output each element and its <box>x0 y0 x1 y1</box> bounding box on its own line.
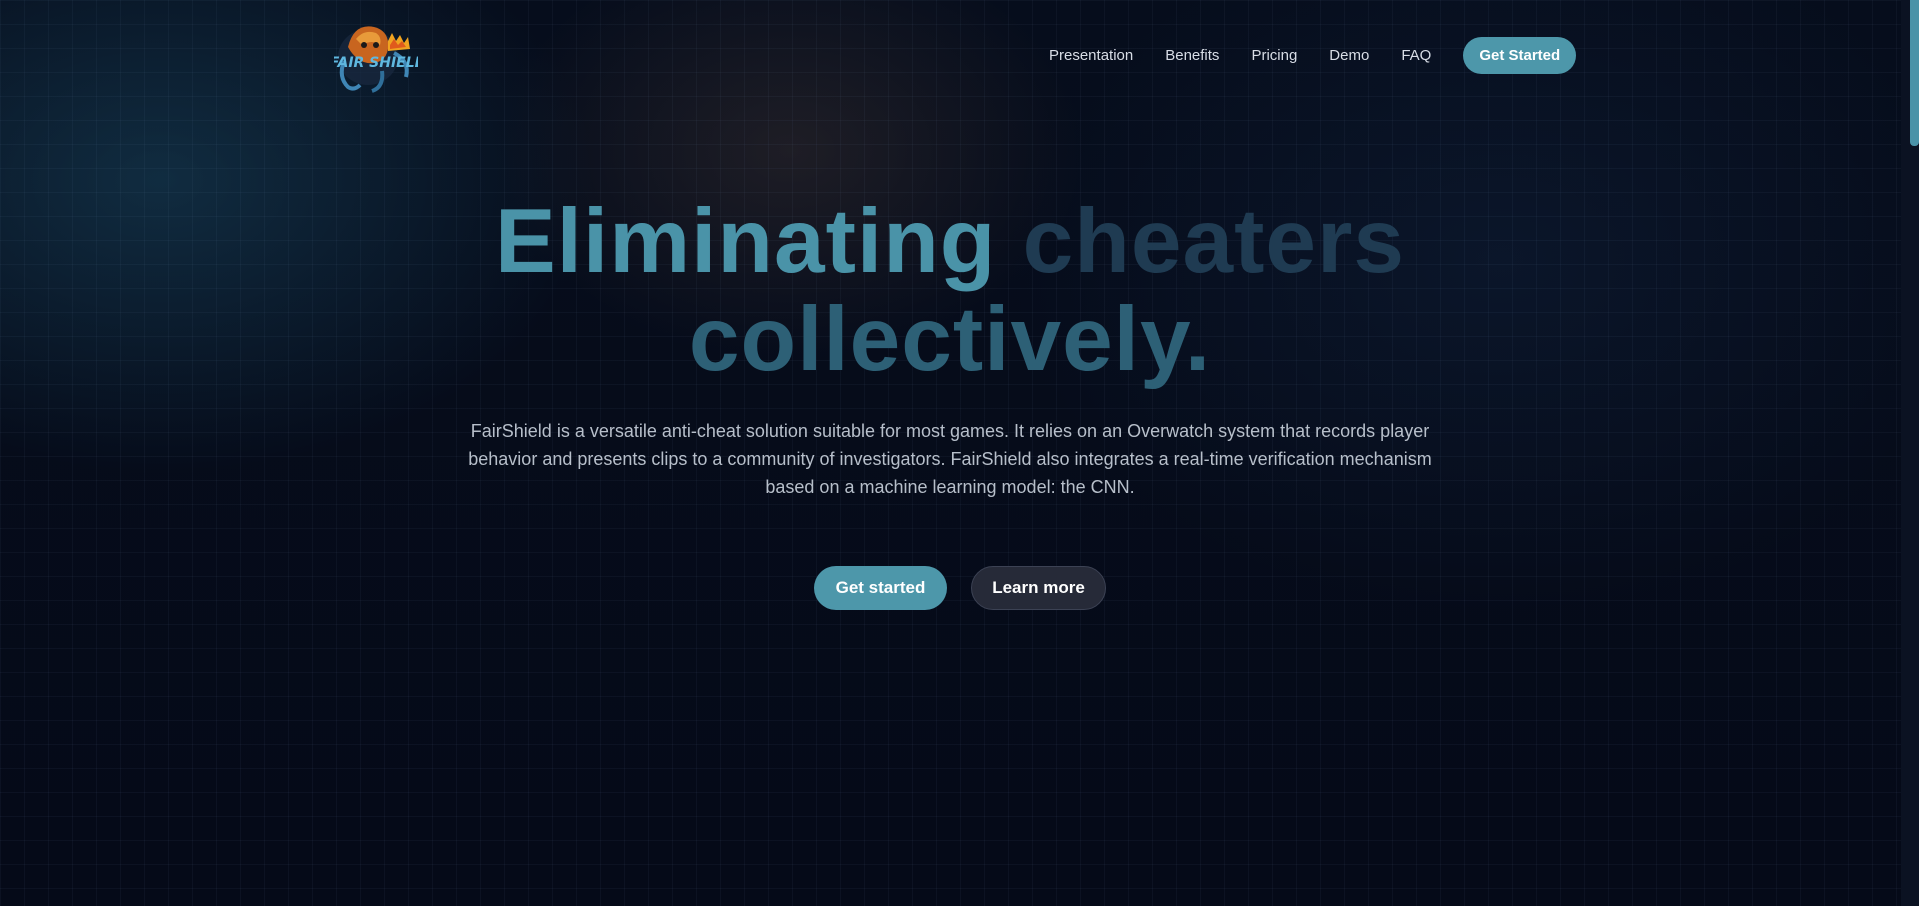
nav-link-benefits[interactable]: Benefits <box>1165 47 1219 64</box>
nav-link-presentation[interactable]: Presentation <box>1049 47 1133 64</box>
nav-link-demo[interactable]: Demo <box>1329 47 1369 64</box>
get-started-button[interactable]: Get started <box>814 566 947 610</box>
header-get-started-button[interactable]: Get Started <box>1463 36 1577 74</box>
nav-link-pricing[interactable]: Pricing <box>1251 47 1297 64</box>
hero-actions: Get started Learn more <box>0 566 1900 610</box>
hero-description: FairShield is a versatile anti-cheat sol… <box>468 421 1432 497</box>
hero-title: Eliminating cheaters collectively. <box>0 193 1900 389</box>
scrollbar-track[interactable] <box>1901 0 1919 906</box>
site-header: FAIR SHIELD Presentation Benefits Pricin… <box>0 0 1900 110</box>
scrollbar-thumb[interactable] <box>1910 0 1919 146</box>
hero-title-word-cheaters: cheaters <box>1022 191 1406 292</box>
nav-link-faq[interactable]: FAQ <box>1401 47 1431 64</box>
hero-title-word-collectively: collectively. <box>688 289 1212 390</box>
svg-text:FAIR SHIELD: FAIR SHIELD <box>334 55 418 71</box>
hero-title-word-eliminating: Eliminating <box>494 191 997 292</box>
learn-more-button[interactable]: Learn more <box>971 566 1106 610</box>
main-nav: Presentation Benefits Pricing Demo FAQ G… <box>1049 36 1577 74</box>
landing-page: FAIR SHIELD Presentation Benefits Pricin… <box>0 0 1919 906</box>
fairshield-logo[interactable]: FAIR SHIELD <box>330 17 426 95</box>
